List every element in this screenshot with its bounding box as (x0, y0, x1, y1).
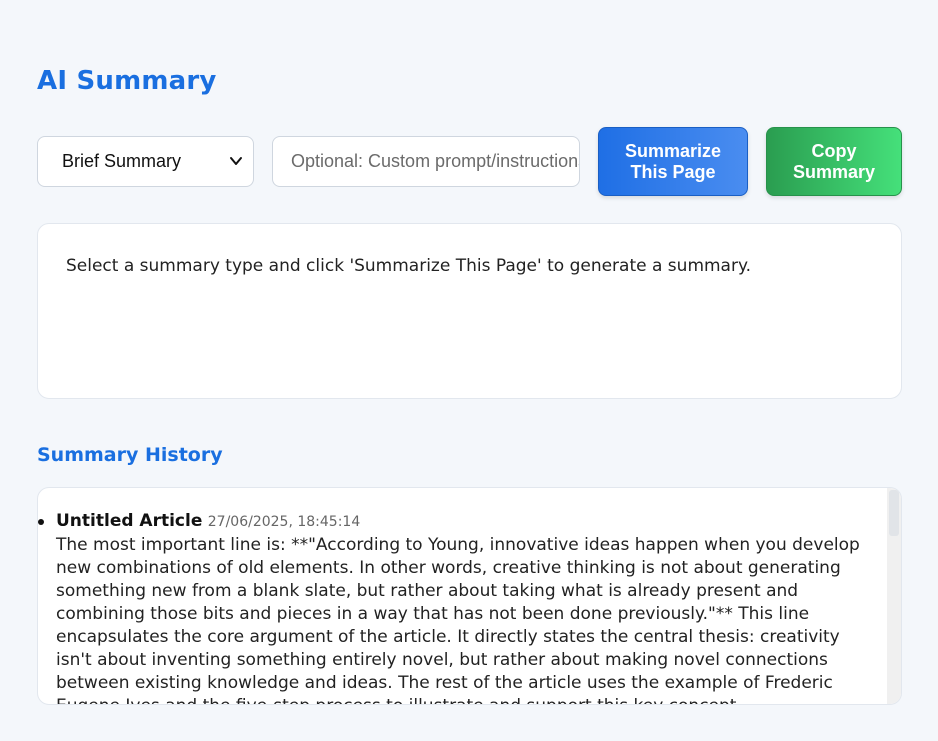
history-item[interactable]: Untitled Article 27/06/2025, 18:45:14 Th… (38, 510, 871, 704)
summarize-button[interactable]: Summarize This Page (598, 127, 748, 196)
page-title: AI Summary (37, 66, 217, 96)
chevron-down-icon (230, 157, 242, 165)
custom-prompt-input[interactable] (272, 136, 580, 187)
controls-bar: Brief Summary Summarize This Page Copy S… (37, 127, 902, 196)
summary-type-select[interactable]: Brief Summary (37, 136, 254, 187)
history-heading: Summary History (37, 444, 223, 466)
bullet-icon (38, 519, 44, 525)
copy-button-label: Copy Summary (792, 140, 876, 182)
summary-history-list: Untitled Article 27/06/2025, 18:45:14 Th… (37, 487, 902, 705)
history-item-date: 27/06/2025, 18:45:14 (207, 514, 361, 530)
copy-summary-button[interactable]: Copy Summary (766, 127, 902, 196)
history-item-title: Untitled Article (56, 511, 203, 531)
summary-output: Select a summary type and click 'Summari… (37, 223, 902, 399)
history-scrollbar[interactable] (887, 488, 901, 704)
summary-type-value: Brief Summary (62, 151, 182, 171)
history-item-text: The most important line is: **"According… (56, 535, 860, 704)
summarize-button-label: Summarize This Page (624, 140, 722, 182)
summary-output-text: Select a summary type and click 'Summari… (66, 256, 752, 276)
scrollbar-thumb[interactable] (889, 490, 899, 536)
